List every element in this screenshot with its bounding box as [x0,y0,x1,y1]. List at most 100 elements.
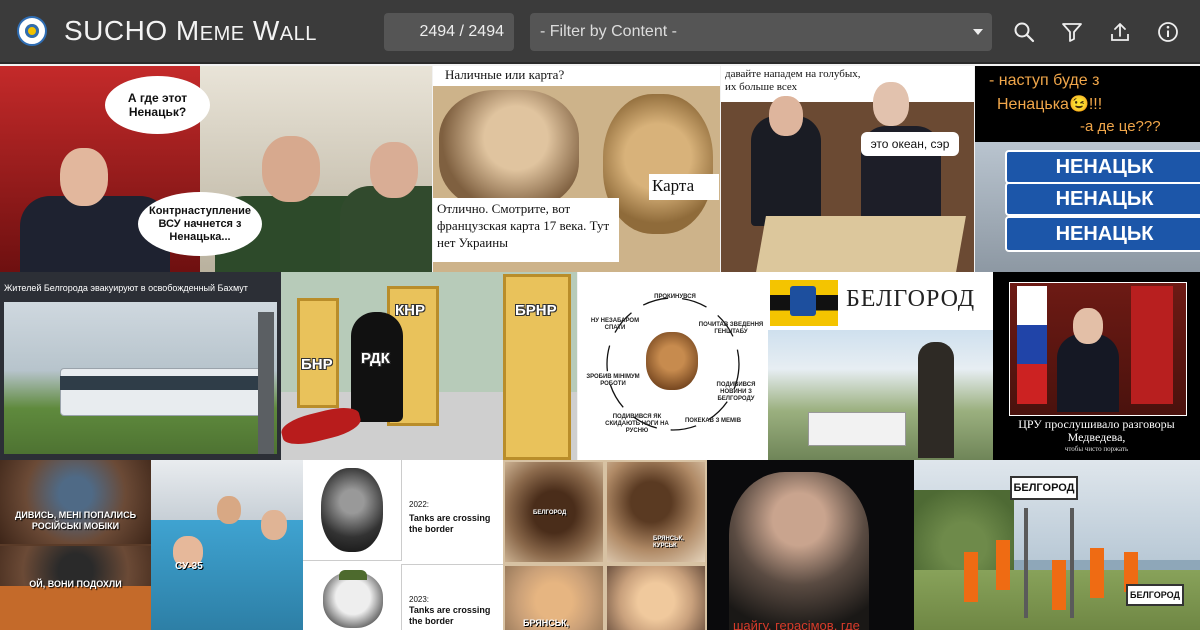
road-sign: НЕНАЦЬК [1005,182,1200,216]
meme-tile-belgorod-sign[interactable]: БЕЛГОРОД БЕЛГОРОД [914,460,1200,630]
meme-tile-chocolate-frog[interactable]: ДИВИСЬ, МЕНІ ПОПАЛИСЬ РОСІЙСЬКІ МОБІКИ О… [0,460,151,630]
sucho-logo[interactable] [17,16,47,46]
filter-icon[interactable] [1060,20,1084,44]
divider [401,564,503,565]
cycle-step: ПОДИВИВСЯ НОВИНИ З БЕЛГОРОДУ [716,382,756,402]
figure-suit [1057,334,1119,412]
meme-tile-doors-reaper[interactable]: БНР КНР РДК БРНР [281,272,577,460]
cycle-step: НУ НЕЗАБАРОМ СПАТИ [590,318,640,331]
speaker-photo [729,472,869,630]
meme-caption: Отлично. Смотрите, вот французская карта… [437,201,610,250]
cat-image [646,332,698,390]
meme-caption: Tanks are crossing the border [409,513,491,534]
meme-caption: Ненацька😉!!! [997,96,1103,113]
figure-face [60,148,108,206]
road-sign: БЕЛГОРОД [1126,584,1184,606]
app-title-prefix: SUCHO [64,15,176,46]
meme-caption: -а де це??? [1080,118,1161,135]
bus-windows [60,376,260,390]
door [297,298,339,408]
meme-caption: - наступ буде з [989,72,1100,89]
sign-post [1024,508,1028,618]
cycle-step: ПОЧИТАВ ЗВЕДЕННЯ ГЕНШТАБУ [698,322,764,335]
figure-face [370,142,418,198]
figure-face [1073,308,1103,344]
cycle-step: ПОДИВИВСЯ ЯК СКИДАЮТЬ НОГИ НА РУСНЮ [605,414,669,434]
flag [1017,286,1047,404]
meme-caption: Карта [652,176,695,195]
worker-figure [996,540,1010,590]
figure-face [217,496,241,524]
app-title: SUCHO Meme Wall [64,15,317,47]
meme-caption: ЦРУ прослушивало разговоры Медведева, [1018,417,1175,444]
meme-tile-daily-cycle-cat[interactable]: ПРОКИНУВСЯ ПОЧИТАВ ЗВЕДЕННЯ ГЕНШТАБУ ПОД… [578,272,768,460]
worker-figure [1052,560,1066,610]
road-sign: НЕНАЦЬК [1005,216,1200,252]
meme-tile-cats[interactable]: БЕЛГОРОД БРЯНСЬК, КУРСЬК БРЯНСЬК, [503,460,707,630]
speech-bubble: Контрнаступление ВСУ начнется з Ненацька… [138,192,262,256]
meme-tile-medvedev-phone[interactable]: ЦРУ прослушивало разговоры Медведева, чт… [993,272,1200,460]
monk-figure [439,90,579,210]
meme-caption: 2023: [409,595,430,604]
search-icon[interactable] [1012,20,1036,44]
meme-caption: Жителей Белгорода эвакуируют в освобожде… [4,283,248,293]
figure-face [873,82,909,126]
reaper-label: РДК [361,350,390,367]
cat-label: БРЯНСЬК, [523,618,570,628]
figure-face [261,510,287,540]
worker-figure [1090,548,1104,598]
app-title-main: Meme Wall [175,15,317,46]
meme-tile-prigozhin[interactable]: шайгу, герасімов, где [707,460,914,630]
meme-caption: давайте нападем на голубых, их больше вс… [725,68,861,93]
meme-caption: шайгу, герасімов, где [733,618,860,630]
meme-tile-belgorod-city[interactable]: БЕЛГОРОД [768,272,993,460]
meme-caption-small: чтобы чисто поржать [1064,445,1129,453]
truck [808,412,906,446]
meme-counter: 2494 / 2494 [384,13,514,51]
cycle-step: ПРОКИНУВСЯ [654,294,696,300]
coat-of-arms [790,286,816,316]
flag [1131,286,1173,404]
door-label: БРНР [515,302,557,319]
content-filter-select[interactable]: - Filter by Content - [530,13,992,51]
helmet [339,570,367,580]
meme-tile-tanks-border[interactable]: 2022: Tanks are crossing the border 2023… [303,460,503,630]
reaper-figure [351,312,403,422]
speech-bubble: это океан, сэр [861,132,959,156]
road-sign: НЕНАЦЬК [1005,150,1200,184]
meme-caption: СУ-35 [175,561,203,572]
meme-tile-pool-su35[interactable]: СУ-35 [151,460,303,630]
meme-tile-nenatsk-signs[interactable]: - наступ буде з Ненацька😉!!! -а де це???… [975,66,1200,272]
figure-face [262,136,320,202]
lion-figure [603,94,713,234]
cat-photo [607,566,705,630]
top-bar: SUCHO Meme Wall 2494 / 2494 - Filter by … [0,0,1200,64]
upload-icon[interactable] [1108,20,1132,44]
filter-placeholder: - Filter by Content - [540,23,677,40]
meme-title: БЕЛГОРОД [846,286,976,312]
sign-post [1070,508,1074,618]
cat-label: БРЯНСЬК, КУРСЬК [653,536,684,549]
map-table [756,216,966,272]
figure-uniform [340,186,432,272]
door-label: БНР [301,356,333,373]
pole [258,312,274,454]
cat-label: БЕЛГОРОД [533,510,567,516]
meme-caption: Tanks are crossing the border [409,605,491,626]
cycle-step: ПОКЕКАВ З МЕМІВ [684,418,742,424]
meme-caption: 2022: [409,500,430,509]
speech-bubble: А где этот Ненацьк? [105,76,210,134]
statue [918,342,954,458]
cycle-step: ЗРОБИВ МІНІМУМ РОБОТИ [586,374,640,387]
meme-tile-map-ocean[interactable]: давайте нападем на голубых, их больше вс… [721,66,974,272]
worker-figure [964,552,978,602]
info-icon[interactable] [1156,20,1180,44]
road-sign: БЕЛГОРОД [1010,476,1078,500]
meme-caption: Наличные или карта? [445,67,565,82]
meme-tile-belgorod-buses[interactable]: Жителей Белгорода эвакуируют в освобожде… [0,272,281,460]
meme-tile-putin-nenatsk[interactable]: А где этот Ненацьк? Контрнаступление ВСУ… [0,66,432,272]
meme-tile-monk-lion-map[interactable]: Наличные или карта? Карта Отлично. Смотр… [433,66,720,272]
character-image [0,586,151,630]
wojak-image [323,572,383,628]
figure-face [769,96,803,136]
